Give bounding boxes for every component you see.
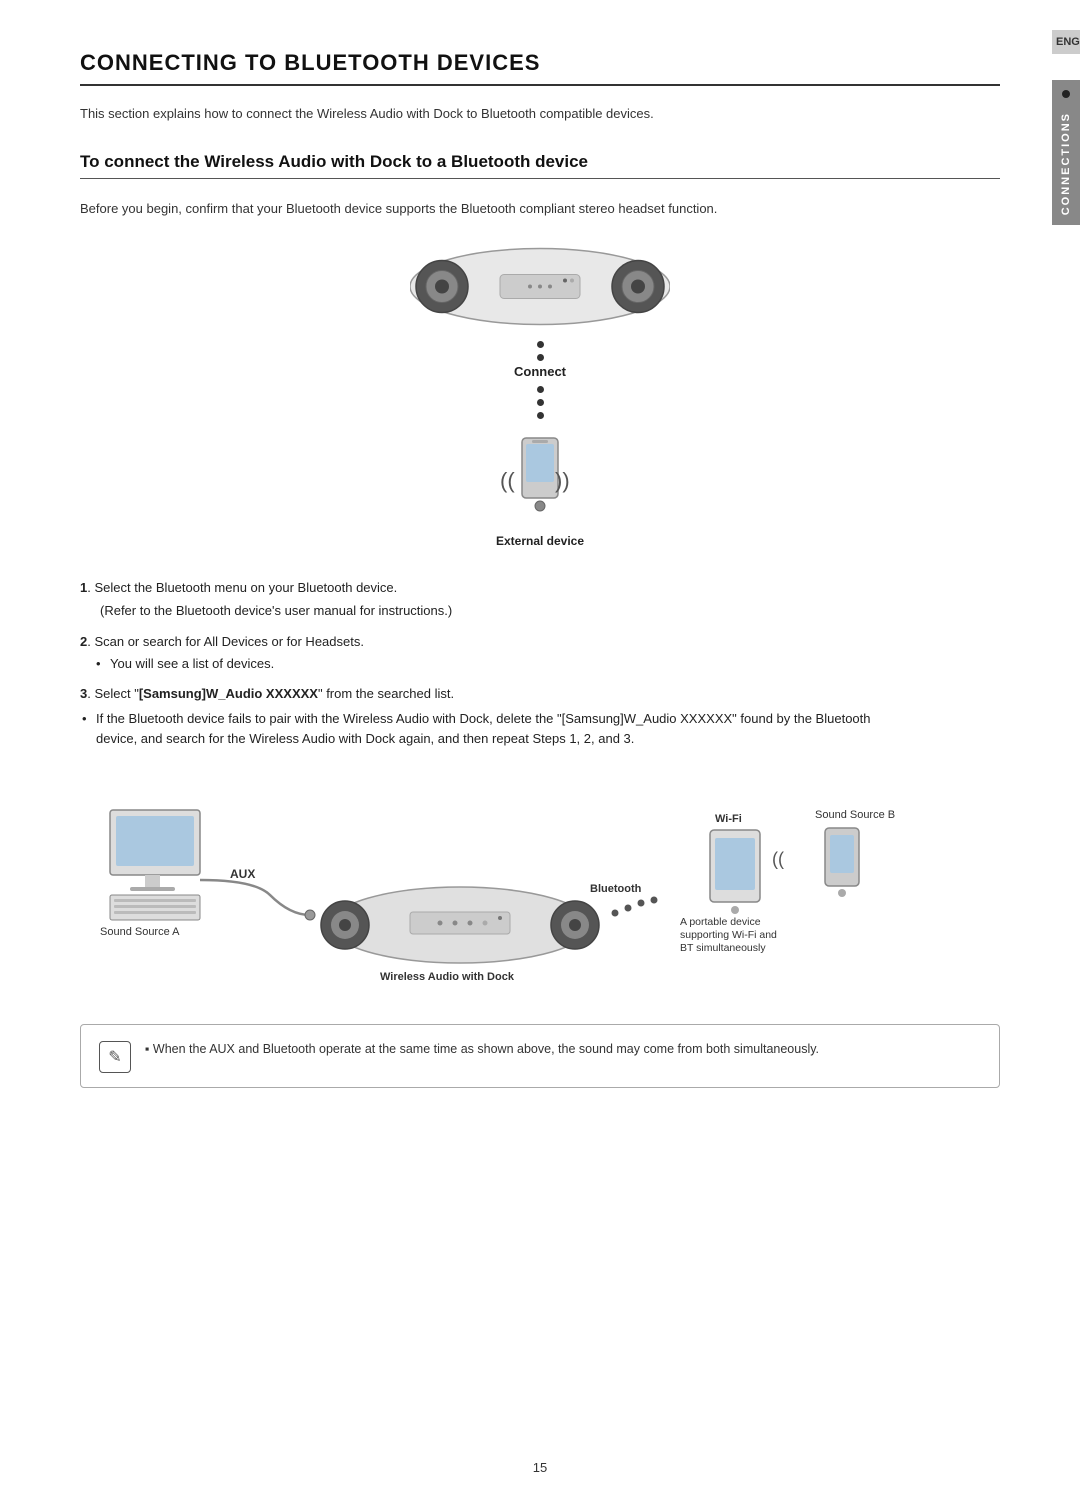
connections-sidebar: CONNECTIONS bbox=[1052, 80, 1080, 225]
svg-text:A portable device: A portable device bbox=[680, 916, 761, 928]
connect-dots: Connect bbox=[514, 338, 566, 422]
dot5 bbox=[537, 412, 544, 419]
note-icon-symbol: ✎ bbox=[108, 1047, 121, 1067]
connect-label: Connect bbox=[514, 364, 566, 379]
svg-text:Wireless Audio with Dock: Wireless Audio with Dock bbox=[380, 971, 515, 983]
sidebar-dot bbox=[1062, 90, 1070, 98]
step-1-text: . Select the Bluetooth menu on your Blue… bbox=[87, 580, 397, 595]
steps-section: 1. Select the Bluetooth menu on your Blu… bbox=[80, 578, 1000, 750]
eng-tab: ENG bbox=[1052, 30, 1080, 54]
svg-text:AUX: AUX bbox=[230, 867, 255, 881]
note-box: ✎ ▪ When the AUX and Bluetooth operate a… bbox=[80, 1024, 1000, 1088]
note-bullet: ▪ bbox=[145, 1042, 153, 1056]
dot1 bbox=[537, 341, 544, 348]
intro-text: This section explains how to connect the… bbox=[80, 104, 1000, 124]
note-content: When the AUX and Bluetooth operate at th… bbox=[153, 1042, 819, 1056]
step-3-text: . Select "[Samsung]W_Audio XXXXXX" from … bbox=[87, 686, 454, 701]
section-heading: To connect the Wireless Audio with Dock … bbox=[80, 152, 1000, 179]
svg-text:Sound Source A: Sound Source A bbox=[100, 926, 180, 938]
connect-diagram: Connect (( )) External device bbox=[390, 242, 690, 548]
dot3 bbox=[537, 386, 544, 393]
external-device-label: External device bbox=[496, 534, 584, 548]
sub-intro: Before you begin, confirm that your Blue… bbox=[80, 199, 1000, 219]
step-2: 2. Scan or search for All Devices or for… bbox=[80, 632, 1000, 674]
step-2-bullet: You will see a list of devices. bbox=[110, 654, 1000, 674]
step-2-text: . Scan or search for All Devices or for … bbox=[87, 634, 364, 649]
svg-text:BT simultaneously: BT simultaneously bbox=[680, 942, 766, 954]
main-title: CONNECTING TO BLUETOOTH DEVICES bbox=[80, 50, 1000, 86]
connections-label: CONNECTIONS bbox=[1060, 112, 1072, 215]
bottom-diagram-svg: AUX Wireless Audio with Dock Sound Sourc… bbox=[80, 780, 980, 1000]
dot4 bbox=[537, 399, 544, 406]
page-container: ENG CONNECTIONS CONNECTING TO BLUETOOTH … bbox=[0, 0, 1080, 1495]
svg-text:Wi-Fi: Wi-Fi bbox=[715, 813, 742, 825]
svg-text:supporting Wi-Fi and: supporting Wi-Fi and bbox=[680, 929, 777, 941]
note-text: ▪ When the AUX and Bluetooth operate at … bbox=[145, 1039, 819, 1059]
page-number: 15 bbox=[533, 1460, 547, 1475]
note-icon: ✎ bbox=[99, 1041, 131, 1073]
svg-text:Sound Source B: Sound Source B bbox=[815, 809, 895, 821]
phone-svg: (( )) bbox=[500, 428, 580, 528]
step-1: 1. Select the Bluetooth menu on your Blu… bbox=[80, 578, 1000, 622]
step-3-bold: [Samsung]W_Audio XXXXXX bbox=[139, 686, 318, 701]
step-3: 3. Select "[Samsung]W_Audio XXXXXX" from… bbox=[80, 684, 1000, 750]
svg-text:)): )) bbox=[555, 468, 570, 493]
step-1-sub: (Refer to the Bluetooth device's user ma… bbox=[100, 601, 1000, 622]
svg-text:Bluetooth: Bluetooth bbox=[590, 883, 642, 895]
svg-text:((: (( bbox=[772, 849, 784, 869]
svg-text:((: (( bbox=[500, 468, 515, 493]
step-3-bullet: If the Bluetooth device fails to pair wi… bbox=[96, 709, 896, 751]
dot2 bbox=[537, 354, 544, 361]
speaker-svg bbox=[410, 242, 670, 332]
bottom-diagram: AUX Wireless Audio with Dock Sound Sourc… bbox=[80, 780, 1000, 1000]
eng-label: ENG bbox=[1056, 36, 1080, 48]
